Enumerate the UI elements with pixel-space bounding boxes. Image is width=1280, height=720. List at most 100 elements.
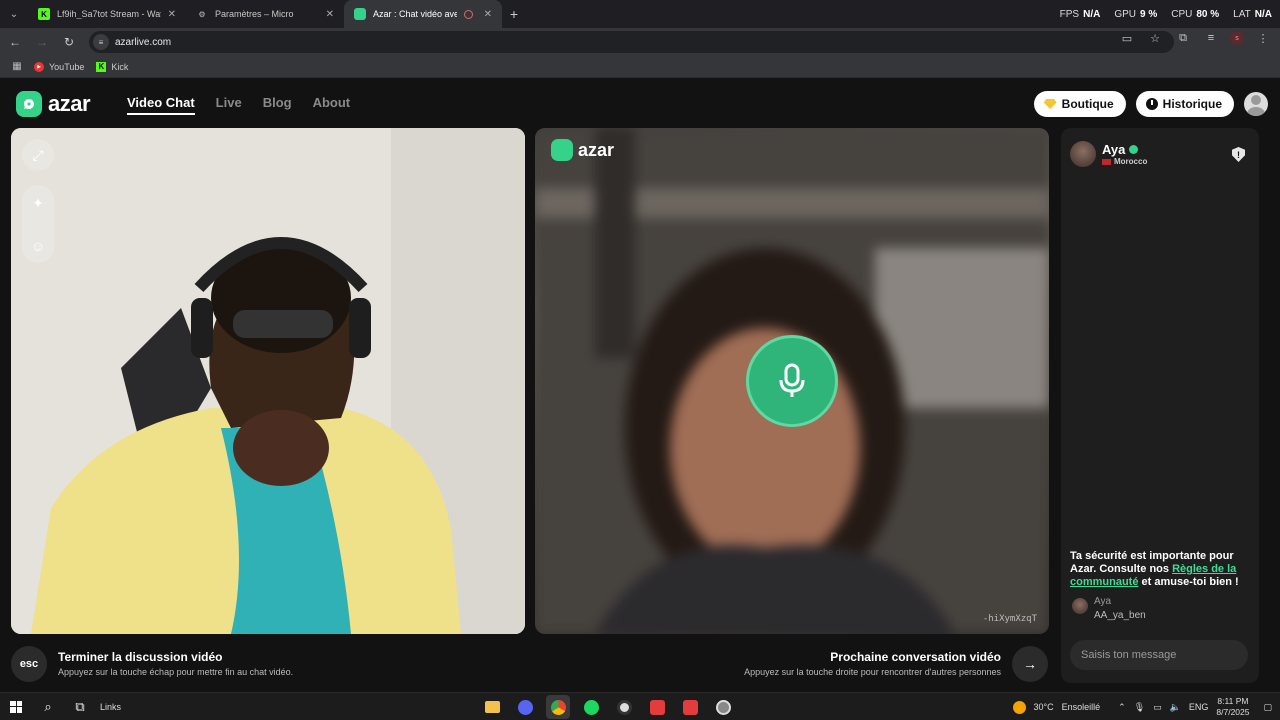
close-icon[interactable]: ✕ (168, 9, 176, 20)
chat-message-input[interactable] (1070, 640, 1248, 670)
obs-icon[interactable] (612, 695, 636, 719)
extensions-icon[interactable]: ⧉ (1174, 32, 1192, 45)
fps-readout: FPS N/A (1059, 8, 1101, 20)
chevron-up-icon[interactable]: ⌃ (1118, 702, 1126, 713)
peer-system-message: Aya AA_ya_ben (1072, 596, 1146, 621)
user-avatar-icon[interactable] (1244, 92, 1268, 116)
next-chat-subtitle: Appuyez sur la touche droite pour rencon… (744, 667, 1001, 677)
header-actions: Boutique Historique (1033, 91, 1268, 117)
tab-title: Lf9ih_Sa7tot Stream - Watch Li (57, 9, 161, 19)
remote-video: azar -hiXymXzqT (535, 128, 1049, 634)
menu-kebab-icon[interactable]: ⋮ (1254, 32, 1272, 45)
peer-name-row: Aya (1102, 142, 1147, 157)
next-arrow-button[interactable]: → (1012, 646, 1048, 682)
kick-icon: K (38, 8, 50, 20)
recording-icon (463, 9, 473, 19)
local-video: ⤢ ✦ ☺ (11, 128, 525, 634)
apps-grid-icon[interactable]: ▦ (0, 61, 34, 72)
notification-icon[interactable]: ▢ (1263, 702, 1272, 713)
volume-icon[interactable]: 🔈 (1170, 702, 1181, 713)
bookmark-kick[interactable]: K Kick (96, 61, 128, 72)
url-field[interactable]: ≡ azarlive.com (89, 31, 1174, 53)
peer-info[interactable]: Aya Morocco (1070, 141, 1147, 167)
clock-time: 8:11 PM (1217, 696, 1249, 706)
azar-icon (354, 8, 366, 20)
task-view-icon[interactable]: ⧉ (64, 699, 96, 715)
boutique-button[interactable]: Boutique (1033, 91, 1126, 117)
close-icon[interactable]: ✕ (484, 9, 492, 20)
mic-tray-icon[interactable]: 🎙 (1134, 702, 1145, 713)
windows-taskbar: ⌕ ⧉ Links 30°C Ensoleillé ⌃ 🎙 ▭ 🔈 ENG 8:… (0, 692, 1280, 720)
app-red-icon[interactable] (645, 695, 669, 719)
expand-icon: ⤢ (32, 146, 44, 163)
effects-toolbar: ✦ ☺ (22, 185, 54, 263)
profile-avatar[interactable]: s (1230, 31, 1244, 45)
azar-watermark-icon (551, 139, 573, 161)
nav-blog[interactable]: Blog (263, 95, 292, 115)
bookmark-label: YouTube (49, 61, 85, 72)
nav-live[interactable]: Live (216, 95, 242, 115)
end-chat-action[interactable]: Terminer la discussion vidéo Appuyez sur… (58, 650, 293, 677)
cast-icon[interactable]: ▭ (1118, 32, 1136, 45)
windows-logo-icon (10, 700, 22, 713)
tab-search-icon[interactable]: ⌄ (0, 0, 28, 28)
spotify-icon[interactable] (579, 695, 603, 719)
morocco-flag-icon (1102, 158, 1111, 165)
sparkle-icon[interactable]: ✦ (32, 195, 44, 212)
tab-kick-stream[interactable]: K Lf9ih_Sa7tot Stream - Watch Li ✕ (28, 0, 186, 28)
bookmark-star-icon[interactable]: ☆ (1146, 32, 1164, 45)
network-icon[interactable]: ▭ (1153, 702, 1162, 713)
esc-key-button[interactable]: esc (11, 646, 47, 682)
discord-icon[interactable] (513, 695, 537, 719)
file-explorer-icon[interactable] (480, 695, 504, 719)
url-text: azarlive.com (115, 36, 172, 48)
azar-watermark: azar (551, 139, 614, 161)
mic-button[interactable] (746, 335, 838, 427)
nav-video-chat[interactable]: Video Chat (127, 95, 195, 115)
face-filter-icon[interactable]: ☺ (31, 238, 45, 254)
app-globe-icon[interactable] (711, 695, 735, 719)
report-shield-icon[interactable]: ! (1232, 147, 1245, 162)
tab-azar[interactable]: Azar : Chat vidéo avec de n ✕ (344, 0, 502, 28)
peer-country: Morocco (1114, 157, 1148, 166)
links-toolbar[interactable]: Links (100, 702, 121, 712)
address-bar-row: ← → ↻ ≡ azarlive.com ▭ ☆ ⧉ ≡ s ⋮ (0, 28, 1280, 56)
close-icon[interactable]: ✕ (326, 9, 334, 20)
historique-button[interactable]: Historique (1135, 91, 1234, 117)
tab-settings-micro[interactable]: ⚙ Paramètres – Micro ✕ (186, 0, 344, 28)
gpu-readout: GPU 9 % (1114, 8, 1158, 20)
lat-readout: LAT N/A (1233, 8, 1272, 20)
safety-text-suffix: et amuse-toi bien ! (1138, 576, 1239, 588)
taskbar-clock[interactable]: 8:11 PM 8/7/2025 (1216, 696, 1249, 718)
start-button[interactable] (0, 700, 32, 713)
weather-text[interactable]: Ensoleillé (1062, 702, 1101, 712)
tab-title: Paramètres – Micro (215, 9, 294, 19)
next-chat-title: Prochaine conversation vidéo (830, 650, 1001, 664)
address-bar-actions: ▭ ☆ ⧉ ≡ s ⋮ (1118, 31, 1272, 45)
app-red-second-icon[interactable] (678, 695, 702, 719)
system-peer-name: Aya (1094, 596, 1112, 607)
end-chat-subtitle: Appuyez sur la touche échap pour mettre … (58, 667, 294, 677)
browser-tabstrip: ⌄ K Lf9ih_Sa7tot Stream - Watch Li ✕ ⚙ P… (0, 0, 1280, 28)
media-controls-icon[interactable]: ≡ (1202, 32, 1220, 44)
chat-panel: Aya Morocco ! Ta sécurité est importante… (1061, 128, 1259, 683)
language-indicator[interactable]: ENG (1189, 702, 1209, 712)
app-header: azar Video Chat Live Blog About Boutique… (0, 79, 1280, 129)
peer-country-row: Morocco (1102, 157, 1147, 166)
back-icon[interactable]: ← (3, 35, 27, 49)
new-tab-button[interactable]: + (502, 0, 526, 28)
next-chat-action[interactable]: Prochaine conversation vidéo Appuyez sur… (744, 650, 1001, 677)
remote-user-handle: -hiXymXzqT (982, 614, 1037, 624)
bookmark-youtube[interactable]: ▶ YouTube (34, 61, 85, 72)
weather-sun-icon[interactable] (1012, 700, 1026, 714)
forward-icon[interactable]: → (30, 35, 54, 49)
expand-tool[interactable]: ⤢ (22, 139, 54, 171)
chrome-icon[interactable] (546, 695, 570, 719)
microphone-icon (779, 363, 805, 397)
site-info-icon[interactable]: ≡ (93, 34, 109, 50)
azar-logo[interactable]: azar (16, 91, 91, 117)
reload-icon[interactable]: ↻ (57, 35, 81, 49)
nav-about[interactable]: About (313, 95, 351, 115)
search-icon[interactable]: ⌕ (32, 699, 64, 715)
weather-temp[interactable]: 30°C (1034, 702, 1054, 712)
